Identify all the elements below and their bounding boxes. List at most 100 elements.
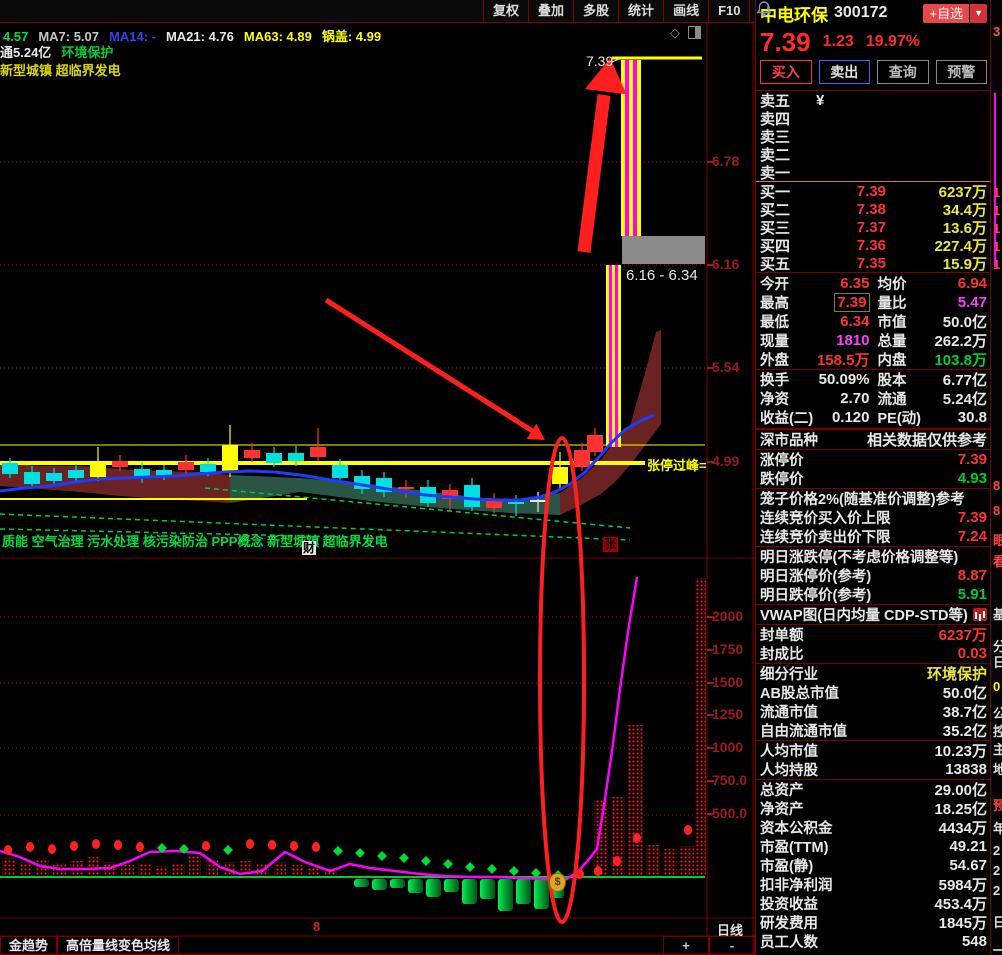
limit-up-candle-stripe xyxy=(629,60,633,236)
quote-label: 量比 xyxy=(877,296,907,312)
detail-label: 封成比 xyxy=(760,647,804,663)
edge-glyph: 看 xyxy=(993,551,1002,570)
detail-row: 深市品种 相关数据仅供参考 xyxy=(756,429,991,449)
detail-label: VWAP图(日内均量 CDP-STD等) xyxy=(760,608,968,624)
annotation-arrow-shaft xyxy=(577,94,611,253)
concept-tags-bottom: 质能 空气治理 污水处理 核污染防治 PPP概念 新型城镇 超临界发电 xyxy=(2,534,388,549)
red-signal-dot xyxy=(633,833,641,843)
detail-value: 18.25亿 xyxy=(934,801,987,818)
edge-glyph: 1 xyxy=(993,185,1001,200)
ask-row: 卖二 xyxy=(756,145,991,164)
y-axis-label: 6.16 xyxy=(712,256,740,272)
detail-row: 资本公积金 4434万 xyxy=(756,818,991,837)
finance-badge[interactable]: 财 xyxy=(302,541,316,555)
bid-levels: 买一 7.39 6237万 买二 7.38 34.4万 买三 7.37 13.6万 买四 7.36 2… xyxy=(756,182,991,273)
detail-row: 明日跌停价(参考) 5.91 xyxy=(756,585,991,604)
bid-price: 7.39 xyxy=(856,182,886,200)
quote-grid: 今开 6.35 均价 6.94 最高 7.39 量比 5.47 最低 6.34 市值 50.0亿 现量 1… xyxy=(756,273,991,429)
edge-glyph: 一 xyxy=(993,940,1002,955)
ask-row: 卖五 ¥ xyxy=(756,91,991,110)
edge-glyph: 控 xyxy=(993,721,1002,740)
quote-grid-row: 今开 6.35 均价 6.94 xyxy=(756,274,991,293)
quote-label: 今开 xyxy=(760,277,789,293)
zoom-in-button[interactable]: + xyxy=(663,936,709,955)
limit-up-candle-stripe xyxy=(609,265,612,447)
detail-label: 封单额 xyxy=(760,628,804,644)
volume-dot-column xyxy=(36,860,49,877)
quote-label: 最低 xyxy=(760,315,789,331)
price-change: 1.23 xyxy=(822,33,854,50)
detail-value: 35.2亿 xyxy=(942,723,987,740)
green-signal-diamond xyxy=(509,866,519,876)
candle-body xyxy=(200,464,216,472)
quote-label: 总量 xyxy=(877,334,907,350)
mini-chart-icon[interactable] xyxy=(973,608,987,621)
candle-body xyxy=(288,453,304,461)
currency-toggle-icon[interactable]: ¥ xyxy=(816,92,872,109)
volume-dot-column xyxy=(121,865,134,877)
detail-label: 流通市值 xyxy=(760,705,818,721)
detail-row: 总资产 29.00亿 xyxy=(756,779,991,799)
quote-grid-row: 换手 50.09% 股本 6.77亿 xyxy=(756,369,991,389)
bid-row: 买四 7.36 227.4万 xyxy=(756,236,991,255)
overlay-text: MA63: 4.89 xyxy=(243,29,312,44)
limit-up-candle-stripe xyxy=(625,60,629,236)
detail-row: 研发费用 1845万 xyxy=(756,913,991,932)
alert-button[interactable]: 预警 xyxy=(935,60,987,84)
red-signal-dot xyxy=(246,839,254,849)
query-button[interactable]: 查询 xyxy=(877,60,929,84)
tab-spacer xyxy=(179,936,663,955)
add-watchlist-button[interactable]: +自选 xyxy=(923,3,970,23)
tab-volume-ma[interactable]: 高倍量线变色均线 xyxy=(57,936,180,955)
volume-dot-column xyxy=(138,863,151,877)
detail-value: 1845万 xyxy=(938,915,987,932)
overlay-text: 通5.24亿 xyxy=(0,45,52,60)
edge-glyph: 3 xyxy=(993,24,1001,39)
detail-label: 研发费用 xyxy=(760,916,818,932)
volume-dot-column xyxy=(308,867,320,877)
zoom-out-button[interactable]: - xyxy=(709,936,755,955)
ask-label: 卖一 xyxy=(760,164,791,182)
quote-label: 外盘 xyxy=(760,353,789,369)
bid-row: 买二 7.38 34.4万 xyxy=(756,200,991,219)
detail-value: 50.0亿 xyxy=(942,685,987,702)
detail-row: 扣非净利润 5984万 xyxy=(756,875,991,894)
detail-row: 涨停价 7.39 xyxy=(756,449,991,469)
main-chart-canvas[interactable] xyxy=(0,0,755,955)
quote-label: 收益(二) xyxy=(760,411,814,427)
candle-body xyxy=(24,472,40,484)
overlay-text: 锅盖: 4.99 xyxy=(321,29,382,44)
quote-grid-row: 外盘 158.5万 内盘 103.8万 xyxy=(756,350,991,369)
detail-row: 连续竞价卖出价下限 7.24 xyxy=(756,527,991,546)
quote-panel: 中电环保 300172 +自选 ▼ 7.39 1.23 19.97% 买入 卖出查… xyxy=(755,0,991,955)
candle-body xyxy=(2,463,18,474)
limit-up-badge[interactable]: 张 xyxy=(603,537,618,552)
volume-dot-column xyxy=(87,857,100,877)
buy-button[interactable]: 买入 xyxy=(760,60,812,84)
quote-value: 6.94 xyxy=(957,275,987,292)
stock-title-row: 中电环保 300172 +自选 ▼ xyxy=(756,0,991,26)
add-watchlist-dropdown[interactable]: ▼ xyxy=(970,3,987,23)
fund-outflow-bar xyxy=(534,879,549,909)
limit-up-candle-stripe xyxy=(618,265,621,447)
edge-glyph: 日 xyxy=(993,912,1002,931)
green-signal-diamond xyxy=(377,851,387,861)
fund-outflow-bar xyxy=(498,879,513,911)
quote-grid-cell: 换手 50.09% xyxy=(756,370,874,389)
edge-glyph: 主 xyxy=(993,739,1002,758)
quote-value: 5.47 xyxy=(957,294,987,311)
tab-fund-trend[interactable]: 金趋势 xyxy=(0,936,58,955)
detail-label: 人均持股 xyxy=(760,763,818,779)
red-signal-dot xyxy=(684,825,692,835)
volume-dot-column xyxy=(155,866,168,877)
quote-label: 内盘 xyxy=(877,353,907,369)
volume-dot-column xyxy=(646,845,660,877)
edge-glyph: 地 xyxy=(993,759,1002,778)
sell-button[interactable]: 卖出 xyxy=(818,60,870,84)
candle-body xyxy=(464,485,480,507)
bid-price: 7.38 xyxy=(856,200,886,218)
fund-outflow-bar xyxy=(480,879,495,899)
quote-value: 1810 xyxy=(836,332,870,349)
fund-outflow-bar xyxy=(444,879,459,892)
concept-tags-overlay: 新型城镇 超临界发电 xyxy=(0,60,131,79)
